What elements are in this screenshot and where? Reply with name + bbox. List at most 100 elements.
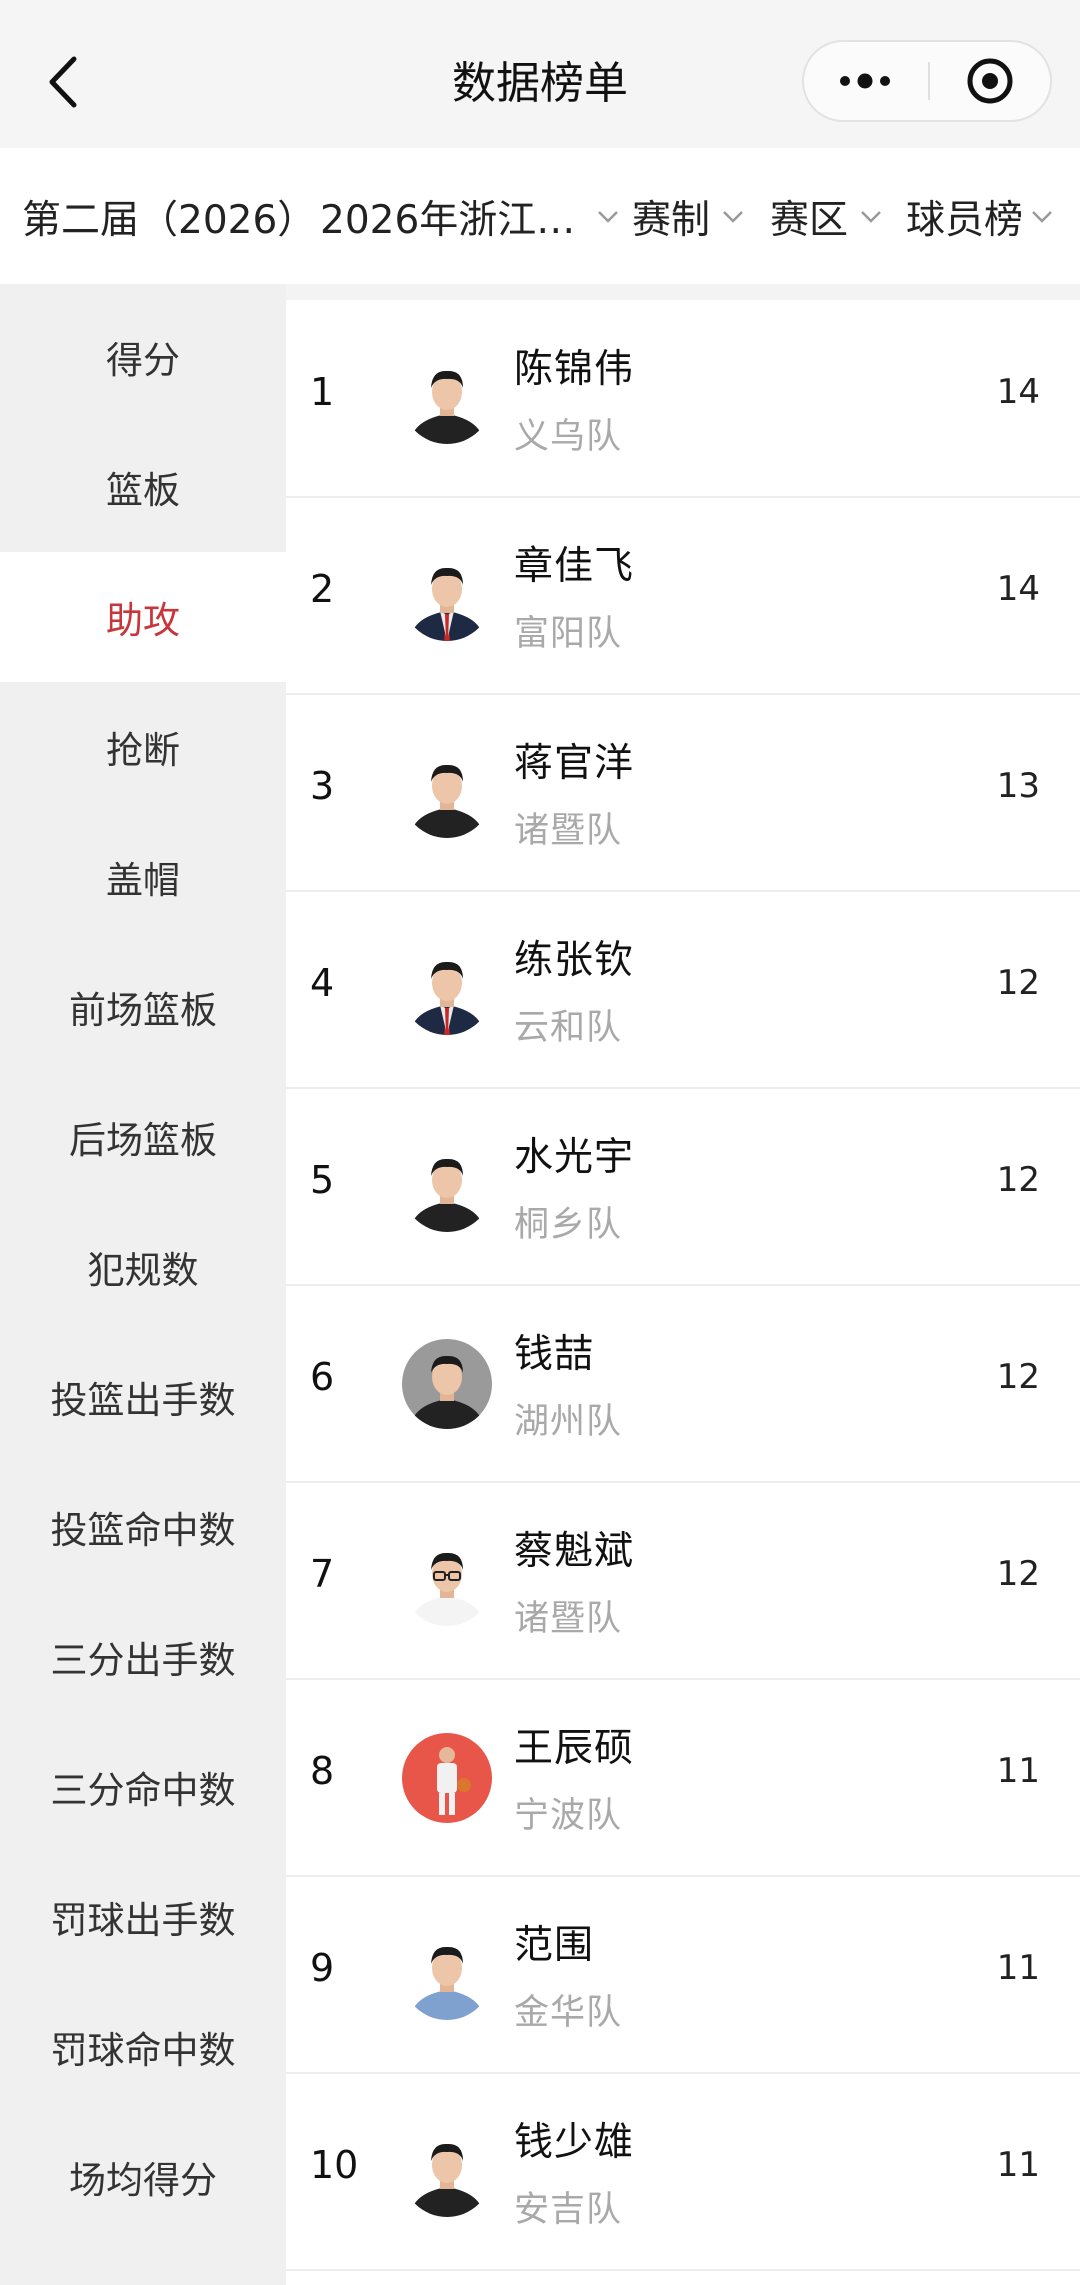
player-team: 金华队	[514, 1993, 623, 2033]
miniprogram-capsule	[802, 40, 1052, 122]
ranking-row[interactable]: 7 蔡魁斌诸暨队 12	[286, 1482, 1080, 1680]
chevron-down-icon	[722, 210, 744, 224]
stat-value: 12	[996, 1554, 1040, 1594]
rank-number: 9	[310, 1946, 335, 1990]
ranking-row[interactable]: 4 练张钦云和队 12	[286, 891, 1080, 1089]
player-team: 富阳队	[514, 614, 623, 654]
sidebar-item-label: 场均得分	[69, 2159, 217, 2202]
sidebar-item-label: 投篮命中数	[50, 1509, 236, 1552]
player-avatar	[402, 1142, 492, 1232]
player-team: 诸暨队	[514, 1599, 623, 1639]
ranking-row[interactable]: 2 章佳飞富阳队 14	[286, 497, 1080, 695]
stat-value: 12	[996, 963, 1040, 1003]
sidebar-item[interactable]: 后场篮板	[0, 1072, 286, 1202]
player-team: 湖州队	[514, 1402, 623, 1442]
close-miniprogram-button[interactable]	[930, 42, 1050, 120]
sidebar-item-label: 助攻	[106, 599, 180, 642]
player-team: 桐乡队	[514, 1205, 623, 1245]
filter-season[interactable]: 第二届（2026）	[22, 186, 316, 248]
stat-value: 14	[996, 569, 1040, 609]
filter-region[interactable]: 赛区	[770, 186, 882, 248]
rank-number: 2	[310, 567, 335, 611]
sidebar-item[interactable]: 盖帽	[0, 812, 286, 942]
sidebar-item[interactable]: 前场篮板	[0, 942, 286, 1072]
player-team: 诸暨队	[514, 811, 623, 851]
sidebar-item[interactable]: 场均得分	[0, 2112, 286, 2242]
player-name: 钱少雄	[514, 2120, 635, 2165]
rank-number: 4	[310, 961, 335, 1005]
sidebar-item-label: 篮板	[106, 469, 180, 512]
player-avatar	[402, 1930, 492, 2020]
player-avatar	[402, 1339, 492, 1429]
filter-competition-label: 2026年浙江…	[320, 198, 576, 243]
player-team: 宁波队	[514, 1796, 623, 1836]
sidebar-item[interactable]: 抢断	[0, 682, 286, 812]
player-avatar	[402, 551, 492, 641]
sidebar-item[interactable]: 得分	[0, 292, 286, 422]
player-team: 义乌队	[514, 417, 623, 457]
ranking-row[interactable]: 9 范围 金华队 11	[286, 1876, 1080, 2074]
sidebar-item[interactable]: 助攻	[0, 552, 286, 682]
stat-value: 14	[996, 372, 1040, 412]
rank-number: 5	[310, 1158, 335, 1202]
player-name: 水光宇	[514, 1135, 635, 1180]
chevron-down-icon	[1031, 210, 1053, 224]
player-team: 云和队	[514, 1008, 623, 1048]
sidebar-item-label: 投篮出手数	[50, 1379, 236, 1422]
ranking-row[interactable]: 10 钱少雄安吉队 11	[286, 2073, 1080, 2271]
nav-header: 数据榜单	[0, 0, 1080, 148]
player-avatar	[402, 2127, 492, 2217]
sidebar-item[interactable]: 罚球命中数	[0, 1982, 286, 2112]
player-team: 安吉队	[514, 2190, 623, 2230]
sidebar-item-label: 后场篮板	[69, 1119, 217, 1162]
ranking-row[interactable]: 5 水光宇桐乡队 12	[286, 1088, 1080, 1286]
sidebar-item[interactable]: 三分命中数	[0, 1722, 286, 1852]
sidebar-item-label: 三分命中数	[50, 1769, 236, 1812]
sidebar-item[interactable]: 篮板	[0, 422, 286, 552]
sidebar-item-label: 抢断	[106, 729, 180, 772]
player-avatar	[402, 1733, 492, 1823]
ranking-row[interactable]: 3 蒋官洋 诸暨队 13	[286, 694, 1080, 892]
rank-number: 3	[310, 764, 335, 808]
stat-value: 11	[996, 1751, 1040, 1791]
stat-value: 12	[996, 1357, 1040, 1397]
rank-number: 7	[310, 1552, 335, 1596]
sidebar-item-label: 罚球命中数	[50, 2029, 236, 2072]
sidebar-item[interactable]: 三分出手数	[0, 1592, 286, 1722]
rank-number: 10	[310, 2143, 359, 2187]
player-name: 钱喆	[514, 1332, 595, 1377]
player-name: 王辰硕	[514, 1726, 635, 1771]
player-name: 蔡魁斌	[514, 1529, 635, 1574]
player-avatar	[402, 354, 492, 444]
stat-value: 12	[996, 1160, 1040, 1200]
ranking-row[interactable]: 1 陈锦伟 义乌队 14	[286, 300, 1080, 498]
filter-format-label: 赛制	[632, 198, 711, 243]
filter-format[interactable]: 赛制	[632, 186, 744, 248]
more-dots-icon	[840, 73, 890, 89]
sidebar-item[interactable]: 投篮命中数	[0, 1462, 286, 1592]
sidebar-item[interactable]: 罚球出手数	[0, 1852, 286, 1982]
more-button[interactable]	[804, 42, 926, 120]
filter-competition[interactable]: 2026年浙江…	[320, 186, 619, 248]
rank-number: 1	[310, 370, 335, 414]
filter-region-label: 赛区	[770, 198, 849, 243]
target-circle-icon	[967, 58, 1013, 104]
stat-value: 11	[996, 2145, 1040, 2185]
filter-board-type[interactable]: 球员榜	[906, 186, 1053, 248]
sidebar-item[interactable]: 投篮出手数	[0, 1332, 286, 1462]
ranking-row[interactable]: 8 王辰硕 宁波队 11	[286, 1679, 1080, 1877]
stat-value: 11	[996, 1948, 1040, 1988]
player-name: 练张钦	[514, 938, 635, 983]
stat-category-sidebar: 得分篮板助攻抢断盖帽前场篮板后场篮板犯规数投篮出手数投篮命中数三分出手数三分命中…	[0, 284, 286, 2285]
stat-value: 13	[996, 766, 1040, 806]
player-name: 章佳飞	[514, 544, 635, 589]
ranking-list: 1 陈锦伟 义乌队 14 2 章佳飞 富阳队 14 3 蒋官洋 诸暨队 13 4 练张钦 云和队 12 5 水光宇…	[286, 300, 1080, 2285]
filter-board-type-label: 球员榜	[906, 198, 1024, 243]
sidebar-item[interactable]: 犯规数	[0, 1202, 286, 1332]
chevron-down-icon	[597, 210, 619, 224]
sidebar-item-label: 得分	[106, 339, 180, 382]
rank-number: 6	[310, 1355, 335, 1399]
ranking-row[interactable]: 6 钱喆湖州队 12	[286, 1285, 1080, 1483]
player-avatar	[402, 748, 492, 838]
sidebar-item-label: 前场篮板	[69, 989, 217, 1032]
